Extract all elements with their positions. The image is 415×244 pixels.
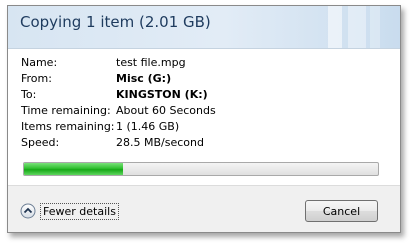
fewer-details-label[interactable]: Fewer details	[40, 202, 119, 220]
speed-value: 28.5 MB/second	[116, 136, 204, 149]
from-label: From:	[21, 72, 52, 85]
fewer-details-toggle[interactable]: Fewer details	[20, 201, 119, 221]
to-value[interactable]: KINGSTON (K:)	[116, 88, 208, 101]
header-glass-highlight	[370, 6, 380, 48]
chevron-up-icon[interactable]	[20, 203, 36, 219]
dialog-title: Copying 1 item (2.01 GB)	[20, 13, 211, 31]
time-remaining-label: Time remaining:	[21, 104, 111, 117]
progress-bar	[23, 162, 379, 176]
time-remaining-value: About 60 Seconds	[116, 104, 216, 117]
name-label: Name:	[21, 56, 58, 69]
from-value[interactable]: Misc (G:)	[116, 72, 171, 85]
header-glass-highlight	[328, 6, 342, 48]
speed-label: Speed:	[21, 136, 60, 149]
progress-fill	[24, 163, 124, 175]
dialog-footer: Fewer details Cancel	[8, 185, 400, 232]
items-remaining-value: 1 (1.46 GB)	[116, 120, 180, 133]
to-label: To:	[21, 88, 37, 101]
copy-dialog: Copying 1 item (2.01 GB) Name: test file…	[7, 5, 401, 233]
items-remaining-label: Items remaining:	[21, 120, 115, 133]
name-value: test file.mpg	[116, 56, 186, 69]
cancel-button[interactable]: Cancel	[305, 200, 378, 222]
dialog-header: Copying 1 item (2.01 GB)	[8, 6, 400, 49]
header-glass-highlight	[348, 6, 366, 48]
